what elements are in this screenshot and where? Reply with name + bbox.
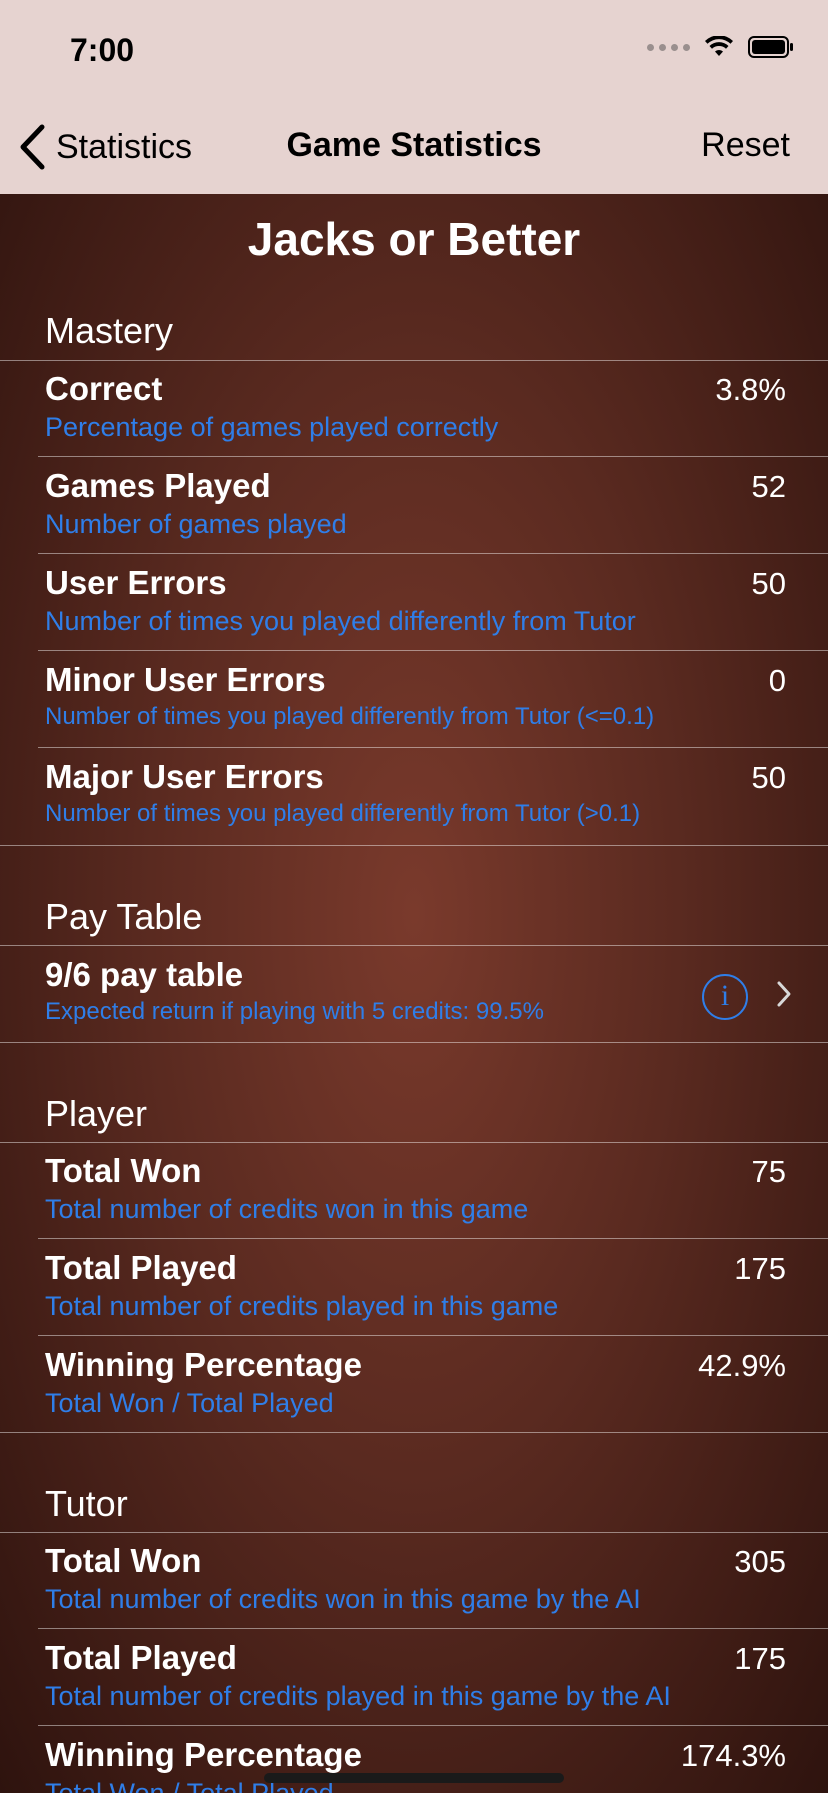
statistics-content[interactable]: Jacks or Better Mastery Correct 3.8% Per… [0,194,828,1793]
pay-table-row[interactable]: 9/6 pay table Expected return if playing… [0,946,828,1043]
reset-button[interactable]: Reset [701,126,790,165]
status-time: 7:00 [70,32,135,68]
wifi-icon [705,36,733,56]
stat-title: Winning Percentage [45,1346,362,1383]
stat-description: Number of times you played differently f… [45,703,655,730]
stat-title: Total Played [45,1639,237,1676]
battery-icon [748,36,793,58]
stat-row-user-errors: User Errors 50 Number of times you playe… [0,554,828,651]
pay-table-title: 9/6 pay table [45,956,244,993]
stat-description: Number of times you played differently f… [45,800,641,827]
section-header-mastery: Mastery [45,310,174,351]
divider [0,845,828,846]
stat-description: Total number of credits won in this game… [45,1584,641,1614]
stat-row-player-total-played: Total Played 175 Total number of credits… [0,1239,828,1336]
stat-row-tutor-total-played: Total Played 175 Total number of credits… [0,1629,828,1726]
stat-row-player-winning-percentage: Winning Percentage 42.9% Total Won / Tot… [0,1336,828,1433]
stat-title: User Errors [45,564,227,601]
stat-value: 3.8% [715,372,786,407]
stat-value: 0 [768,663,786,698]
signal-dots-icon [647,43,690,51]
stat-row-tutor-total-won: Total Won 305 Total number of credits wo… [0,1532,828,1629]
stat-value: 50 [751,760,786,795]
stat-row-player-total-won: Total Won 75 Total number of credits won… [0,1142,828,1239]
stat-title: Correct [45,370,163,407]
stat-value: 42.9% [698,1348,786,1383]
stat-title: Total Won [45,1542,202,1579]
stat-value: 52 [751,469,786,504]
stat-description: Number of games played [45,509,347,539]
section-header-tutor: Tutor [45,1483,128,1524]
stat-title: Games Played [45,467,271,504]
stat-title: Total Played [45,1249,237,1286]
stat-row-minor-user-errors: Minor User Errors 0 Number of times you … [0,651,828,748]
stat-value: 174.3% [680,1738,786,1773]
chevron-right-icon [777,981,791,1007]
stat-description: Number of times you played differently f… [45,606,636,636]
stat-title: Winning Percentage [45,1736,362,1773]
stat-title: Minor User Errors [45,661,326,698]
stat-row-major-user-errors: Major User Errors 50 Number of times you… [0,748,828,845]
navigation-bar: 7:00 Statistics Game Statistics Reset [0,0,828,194]
stat-description: Total number of credits played in this g… [45,1681,671,1711]
stat-title: Total Won [45,1152,202,1189]
stat-row-games-played: Games Played 52 Number of games played [0,457,828,554]
status-icons [647,36,794,58]
stat-description: Total number of credits won in this game [45,1194,529,1224]
section-header-pay-table: Pay Table [45,896,203,937]
stat-title: Major User Errors [45,758,324,795]
stat-description: Percentage of games played correctly [45,412,499,442]
stat-description: Total Won / Total Played [45,1388,334,1418]
info-icon[interactable]: i [702,974,748,1020]
stat-value: 175 [734,1251,786,1286]
stat-value: 75 [751,1154,786,1189]
divider [0,1042,828,1043]
section-header-player: Player [45,1093,148,1134]
game-title: Jacks or Better [247,213,581,265]
stat-description: Total number of credits played in this g… [45,1291,559,1321]
stat-value: 175 [734,1641,786,1676]
stat-row-correct: Correct 3.8% Percentage of games played … [0,360,828,457]
divider [0,1432,828,1433]
stat-value: 305 [734,1544,786,1579]
pay-table-description: Expected return if playing with 5 credit… [45,998,544,1025]
home-indicator[interactable] [264,1773,564,1783]
stat-value: 50 [751,566,786,601]
